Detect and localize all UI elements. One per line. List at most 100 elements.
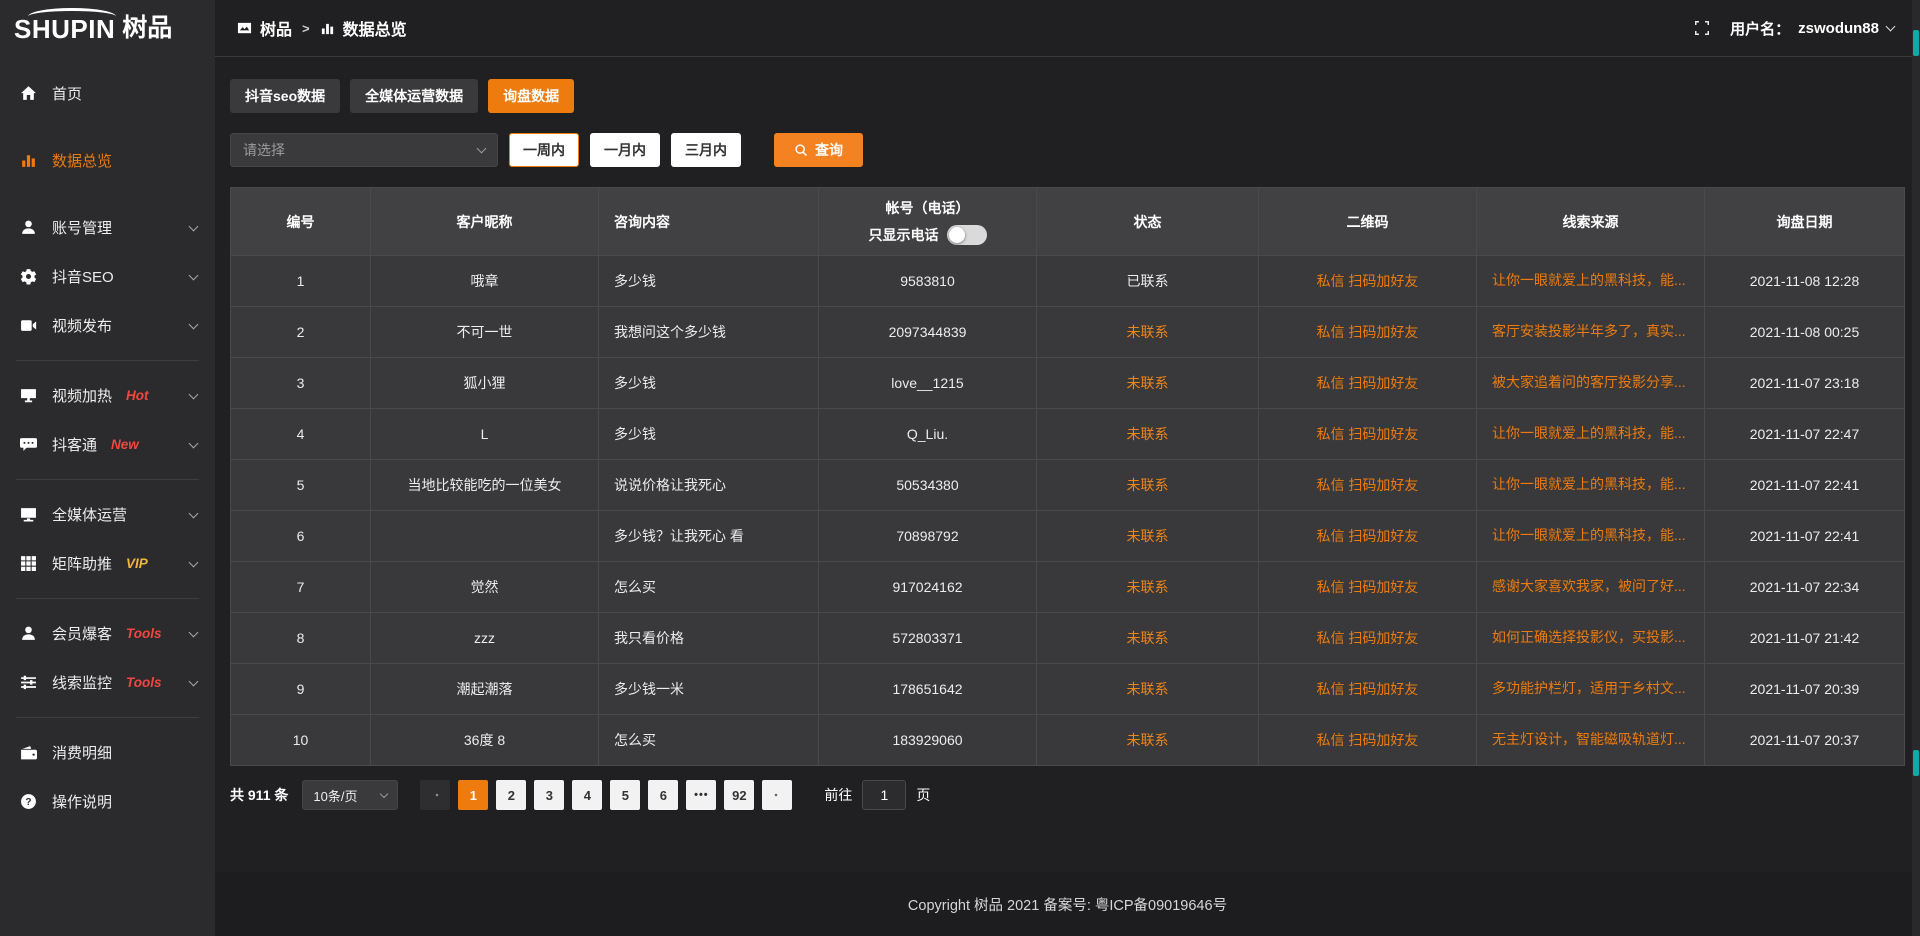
sidebar-divider [16,479,199,480]
user-icon [20,219,38,236]
chevron-right-icon [774,794,777,797]
table-row: 9 潮起潮落 多少钱一米 178651642 未联系 私信 扫码加好友 多功能护… [231,664,1905,715]
table-row: 4 L 多少钱 Q_Liu. 未联系 私信 扫码加好友 让你一眼就爱上的黑科技，… [231,409,1905,460]
cell-qrcode-link[interactable]: 私信 扫码加好友 [1259,664,1477,715]
logo[interactable]: SHUPIN 树品 [0,0,215,57]
user-menu[interactable]: 用户名：zswodun88 [1730,18,1894,39]
next-page-button[interactable] [762,780,792,810]
cell-qrcode-link[interactable]: 私信 扫码加好友 [1259,613,1477,664]
cell-qrcode-link[interactable]: 私信 扫码加好友 [1259,460,1477,511]
sidebar: SHUPIN 树品 首页 数据总览 账号管理 抖音SEO 视频发布 视频加热 [0,0,215,936]
page-suffix: 页 [916,785,930,805]
goto-page: 前往 1 页 [824,780,930,810]
cell-nickname: 哦章 [371,256,599,307]
page-button-92[interactable]: 92 [724,780,754,810]
cell-status: 未联系 [1037,511,1259,562]
sidebar-item-video-heat[interactable]: 视频加热 Hot [0,371,215,420]
cell-qrcode-link[interactable]: 私信 扫码加好友 [1259,358,1477,409]
cell-content: 我想问这个多少钱 [599,307,819,358]
tab-inquiry-data[interactable]: 询盘数据 [488,79,574,113]
cell-status: 未联系 [1037,562,1259,613]
phone-only-toggle[interactable] [947,225,987,245]
page-scrollbar[interactable] [1912,0,1920,936]
range-quarter-button[interactable]: 三月内 [671,133,741,167]
page-button-3[interactable]: 3 [534,780,564,810]
sidebar-item-home[interactable]: 首页 [0,69,215,118]
source-link[interactable]: 让你一眼就爱上的黑科技，能... [1492,423,1686,443]
breadcrumb-home[interactable]: 树品 [260,16,292,40]
source-link[interactable]: 感谢大家喜欢我家，被问了好... [1492,576,1686,596]
cell-qrcode-link[interactable]: 私信 扫码加好友 [1259,307,1477,358]
cell-status: 未联系 [1037,460,1259,511]
page-button-2[interactable]: 2 [496,780,526,810]
page-button-4[interactable]: 4 [572,780,602,810]
chevron-down-icon [380,789,388,797]
col-header-status: 状态 [1037,188,1259,256]
source-link[interactable]: 多功能护栏灯，适用于乡村文... [1492,678,1686,698]
cell-id: 2 [231,307,371,358]
total-count: 共 911 条 [230,785,288,805]
page-button-6[interactable]: 6 [648,780,678,810]
sidebar-item-instructions[interactable]: ? 操作说明 [0,777,215,826]
tab-media-operation-data[interactable]: 全媒体运营数据 [350,79,478,113]
sidebar-item-matrix-boost[interactable]: 矩阵助推 VIP [0,539,215,588]
sidebar-item-label: 视频加热 [52,385,112,406]
cell-status: 未联系 [1037,664,1259,715]
sidebar-item-video-publish[interactable]: 视频发布 [0,301,215,350]
sidebar-item-label: 账号管理 [52,217,112,238]
source-link[interactable]: 如何正确选择投影仪，买投影... [1492,627,1686,647]
range-week-button[interactable]: 一周内 [509,133,579,167]
cell-qrcode-link[interactable]: 私信 扫码加好友 [1259,511,1477,562]
table-row: 3 狐小狸 多少钱 love__1215 未联系 私信 扫码加好友 被大家追着问… [231,358,1905,409]
cell-qrcode-link[interactable]: 私信 扫码加好友 [1259,409,1477,460]
sidebar-item-media-operation[interactable]: 全媒体运营 [0,490,215,539]
source-link[interactable]: 无主灯设计，智能磁吸轨道灯... [1492,729,1686,749]
col-header-account: 帐号（电话） 只显示电话 [819,188,1037,256]
tab-douyin-seo-data[interactable]: 抖音seo数据 [230,79,340,113]
search-icon [794,143,808,157]
cell-content: 我只看价格 [599,613,819,664]
page-ellipsis-button[interactable]: ••• [686,780,716,810]
sidebar-item-douketong[interactable]: 抖客通 New [0,420,215,469]
cell-date: 2021-11-07 23:18 [1705,358,1905,409]
cell-nickname: 不可一世 [371,307,599,358]
chevron-down-icon [189,438,199,448]
cell-id: 3 [231,358,371,409]
prev-page-button[interactable] [420,780,450,810]
source-link[interactable]: 客厅安装投影半年多了，真实... [1492,321,1686,341]
cell-qrcode-link[interactable]: 私信 扫码加好友 [1259,715,1477,766]
sidebar-item-label: 线索监控 [52,672,112,693]
page-size-select[interactable]: 10条/页 [302,780,398,810]
cell-qrcode-link[interactable]: 私信 扫码加好友 [1259,562,1477,613]
source-link[interactable]: 让你一眼就爱上的黑科技，能... [1492,474,1686,494]
range-month-button[interactable]: 一月内 [590,133,660,167]
cell-nickname: L [371,409,599,460]
cell-source: 让你一眼就爱上的黑科技，能... [1477,511,1705,562]
chevron-down-icon [189,319,199,329]
tab-bar: 抖音seo数据 全媒体运营数据 询盘数据 [230,79,1905,113]
cell-id: 1 [231,256,371,307]
source-link[interactable]: 让你一眼就爱上的黑科技，能... [1492,270,1686,290]
sidebar-item-lead-monitor[interactable]: 线索监控 Tools [0,658,215,707]
page-button-5[interactable]: 5 [610,780,640,810]
fullscreen-icon[interactable] [1694,20,1710,36]
source-link[interactable]: 被大家追着问的客厅投影分享... [1492,372,1686,392]
sidebar-item-member-burst[interactable]: 会员爆客 Tools [0,609,215,658]
sidebar-item-data-overview[interactable]: 数据总览 [0,136,215,185]
grid-icon [20,555,38,572]
cell-qrcode-link[interactable]: 私信 扫码加好友 [1259,256,1477,307]
source-link[interactable]: 让你一眼就爱上的黑科技，能... [1492,525,1686,545]
cell-source: 如何正确选择投影仪，买投影... [1477,613,1705,664]
cell-date: 2021-11-07 20:39 [1705,664,1905,715]
query-button[interactable]: 查询 [774,133,863,167]
sidebar-item-consumption-detail[interactable]: 消费明细 [0,728,215,777]
page-button-1[interactable]: 1 [458,780,488,810]
sidebar-item-account-management[interactable]: 账号管理 [0,203,215,252]
goto-page-input[interactable]: 1 [862,780,906,810]
account-select[interactable]: 请选择 [230,133,498,167]
chevron-down-icon [1886,21,1896,31]
main-area: 树品 > 数据总览 用户名：zswodun88 抖音seo数据 [215,0,1920,936]
cell-source: 感谢大家喜欢我家，被问了好... [1477,562,1705,613]
cell-id: 8 [231,613,371,664]
sidebar-item-douyin-seo[interactable]: 抖音SEO [0,252,215,301]
